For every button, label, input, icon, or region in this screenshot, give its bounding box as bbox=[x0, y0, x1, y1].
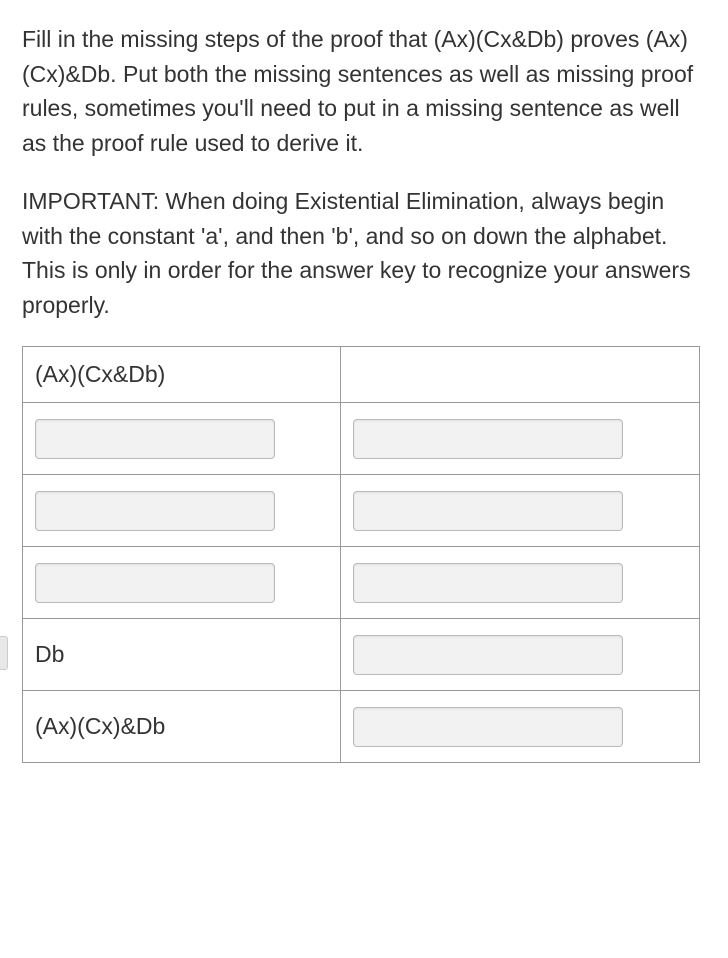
table-row bbox=[23, 547, 700, 619]
rule-input[interactable] bbox=[353, 419, 623, 459]
sentence-cell: Db bbox=[35, 641, 64, 667]
sentence-input[interactable] bbox=[35, 491, 275, 531]
rule-input[interactable] bbox=[353, 491, 623, 531]
empty-cell bbox=[341, 347, 700, 403]
table-row bbox=[23, 475, 700, 547]
conclusion-cell: (Ax)(Cx)&Db bbox=[35, 713, 165, 739]
table-row bbox=[23, 403, 700, 475]
proof-table: (Ax)(Cx&Db) Db bbox=[22, 346, 700, 763]
premise-cell: (Ax)(Cx&Db) bbox=[35, 361, 165, 387]
rule-input[interactable] bbox=[353, 563, 623, 603]
side-tab[interactable] bbox=[0, 636, 8, 670]
table-row: (Ax)(Cx&Db) bbox=[23, 347, 700, 403]
rule-input[interactable] bbox=[353, 635, 623, 675]
rule-input[interactable] bbox=[353, 707, 623, 747]
sentence-input[interactable] bbox=[35, 419, 275, 459]
sentence-input[interactable] bbox=[35, 563, 275, 603]
instructions-text: Fill in the missing steps of the proof t… bbox=[22, 22, 700, 160]
table-row: (Ax)(Cx)&Db bbox=[23, 691, 700, 763]
important-note-text: IMPORTANT: When doing Existential Elimin… bbox=[22, 184, 700, 322]
table-row: Db bbox=[23, 619, 700, 691]
